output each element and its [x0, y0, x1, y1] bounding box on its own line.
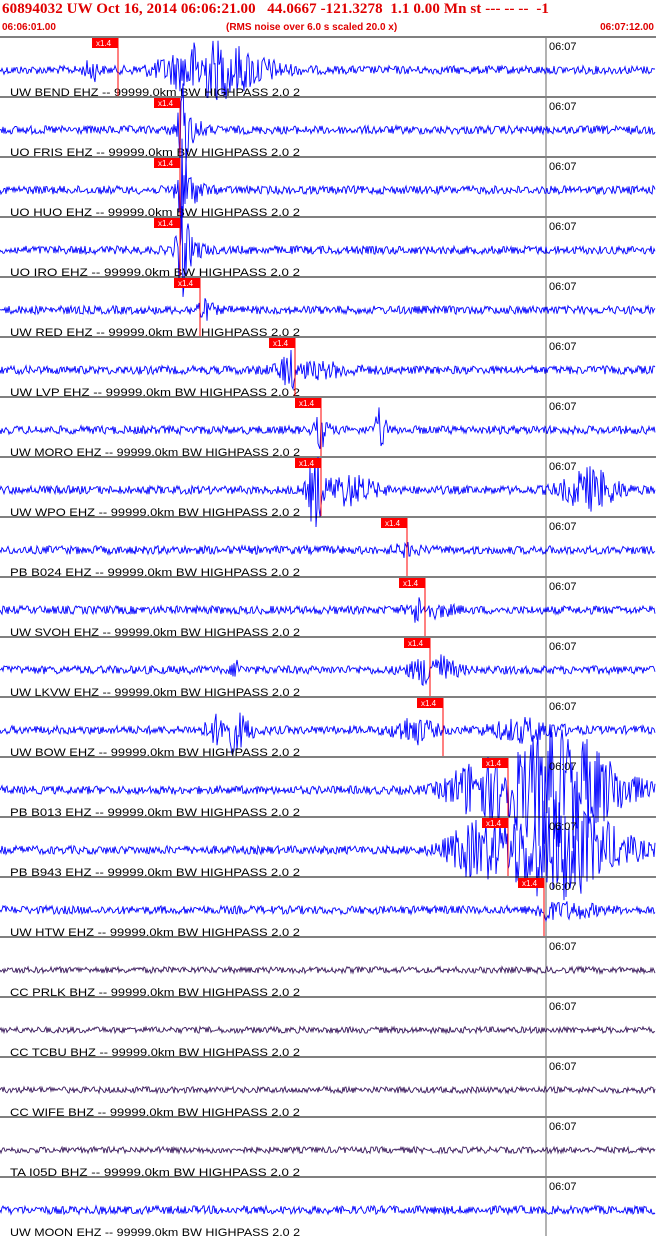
event-title: 60894032 UW Oct 16, 2014 06:06:21.00 44.…	[2, 1, 550, 17]
minute-label: 06:07	[549, 521, 577, 533]
minute-label: 06:07	[549, 941, 577, 953]
minute-label: 06:07	[549, 821, 577, 833]
trace-row: 06:07 UW MOON EHZ -- 99999.0km BW HIGHPAS…	[0, 1176, 656, 1238]
trace-row: 06:07CC WIFE BHZ -- 99999.0km BW HIGHPAS…	[0, 1056, 656, 1119]
waveform	[0, 1025, 656, 1035]
minute-label: 06:07	[549, 1001, 577, 1013]
seismogram-panel: 06:07 UW BEND EHZ -- 99999.0km BW HIGHPAS…	[0, 36, 656, 1238]
trace-row: 06:07UW BEND EHZ -- 99999.0km BW HIGHPAS…	[0, 36, 656, 101]
trace-row: 06:07UW MORO EHZ -- 99999.0km BW HIGHPAS…	[0, 396, 656, 459]
pick-label: x1.4	[178, 279, 194, 288]
waveform	[0, 1085, 656, 1095]
pick-label: x1.4	[421, 699, 437, 708]
trace-row: 06:07UW LVP EHZ -- 99999.0km BW HIGHPASS…	[0, 336, 656, 399]
trace-row: 06:07UW LKVW EHZ -- 99999.0km BW HIGHPAS…	[0, 636, 656, 699]
waveform	[0, 349, 656, 391]
waveform	[0, 1204, 656, 1216]
pick-label: x1.4	[486, 819, 502, 828]
minute-label: 06:07	[549, 1181, 577, 1193]
pick-label: x1.4	[299, 399, 315, 408]
minute-label: 06:07	[549, 1121, 577, 1133]
trace-row: 06:07CC TCBU BHZ -- 99999.0km BW HIGHPAS…	[0, 996, 656, 1059]
trace-row: 06:07UW HTW EHZ -- 99999.0km BW HIGHPASS…	[0, 876, 656, 939]
waveform	[0, 407, 656, 450]
waveform	[0, 901, 656, 923]
minute-label: 06:07	[549, 161, 577, 173]
pick-label: x1.4	[158, 159, 174, 168]
waveform	[0, 1145, 656, 1155]
trace-row: 06:07TA I05D BHZ -- 99999.0km BW HIGHPAS…	[0, 1116, 656, 1179]
pick-label: x1.4	[403, 579, 419, 588]
minute-label: 06:07	[549, 581, 577, 593]
trace-row: 06:07PB B024 EHZ -- 99999.0km BW HIGHPAS…	[0, 516, 656, 579]
minute-label: 06:07	[549, 461, 577, 473]
trace-row: 06:07UW SVOH EHZ -- 99999.0km BW HIGHPAS…	[0, 576, 656, 639]
minute-label: 06:07	[549, 341, 577, 353]
minute-label: 06:07	[549, 641, 577, 653]
minute-label: 06:07	[549, 1061, 577, 1073]
waveform	[0, 542, 656, 558]
waveform	[0, 965, 656, 975]
start-time: 06:06:01.00	[2, 22, 56, 33]
minute-label: 06:07	[549, 281, 577, 293]
pick-label: x1.4	[273, 339, 289, 348]
station-label: UW MOON EHZ -- 99999.0km BW HIGHPASS 2.0…	[10, 1227, 300, 1238]
trace-row: 06:07UW RED EHZ -- 99999.0km BW HIGHPASS…	[0, 276, 656, 339]
minute-label: 06:07	[549, 401, 577, 413]
minute-label: 06:07	[549, 221, 577, 233]
pick-label: x1.4	[158, 99, 174, 108]
waveform	[0, 654, 656, 687]
pick-label: x1.4	[299, 459, 315, 468]
pick-label: x1.4	[158, 219, 174, 228]
pick-label: x1.4	[522, 879, 538, 888]
header: 60894032 UW Oct 16, 2014 06:06:21.00 44.…	[0, 0, 656, 36]
minute-label: 06:07	[549, 101, 577, 113]
pick-label: x1.4	[408, 639, 424, 648]
waveform	[0, 597, 656, 623]
pick-label: x1.4	[385, 519, 401, 528]
pick-label: x1.4	[486, 759, 502, 768]
trace-row: 06:07CC PRLK BHZ -- 99999.0km BW HIGHPAS…	[0, 936, 656, 999]
trace-row: 06:07UW BOW EHZ -- 99999.0km BW HIGHPASS…	[0, 696, 656, 759]
minute-label: 06:07	[549, 881, 577, 893]
seismogram-traces: 06:07UW BEND EHZ -- 99999.0km BW HIGHPAS…	[0, 36, 656, 1238]
minute-label: 06:07	[549, 701, 577, 713]
minute-label: 06:07	[549, 41, 577, 53]
end-time: 06:07:12.00	[600, 22, 654, 33]
waveform	[0, 298, 656, 321]
pick-label: x1.4	[96, 39, 112, 48]
rms-noise-note: (RMS noise over 6.0 s scaled 20.0 x)	[226, 22, 398, 33]
minute-label: 06:07	[549, 761, 577, 773]
